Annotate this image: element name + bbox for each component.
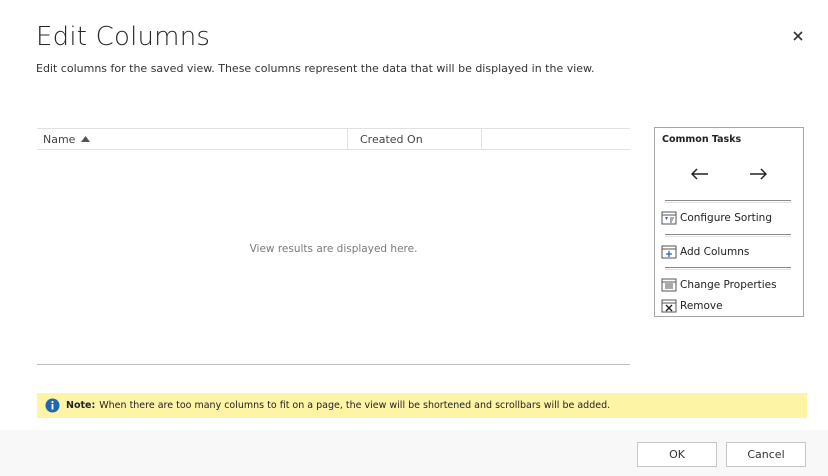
column-header-name-label: Name [43,132,76,146]
sort-ascending-icon [81,136,91,142]
column-header-created-on-label: Created On [360,132,423,146]
configure-sorting-button[interactable]: Configure Sorting [661,210,772,226]
grid-empty-message: View results are displayed here. [249,243,418,255]
configure-sorting-icon [661,211,677,225]
change-properties-label: Change Properties [680,279,777,291]
close-button[interactable] [788,26,808,46]
column-header-name[interactable]: Name [37,129,348,149]
note-text: When there are too many columns to fit o… [99,400,611,411]
close-icon [793,31,803,41]
note-bar: Note: When there are too many columns to… [37,393,807,418]
dialog-subtitle: Edit columns for the saved view. These c… [36,62,595,75]
move-column-left-button[interactable] [687,164,713,184]
grid-header: Name Created On [37,128,630,150]
info-icon [45,398,60,413]
note-label: Note: [66,400,96,411]
dialog-title: Edit Columns [36,22,211,52]
ok-button[interactable]: OK [637,442,717,467]
move-column-right-button[interactable] [745,164,771,184]
remove-icon [661,299,677,313]
remove-label: Remove [680,300,723,312]
tasks-separator [665,234,791,237]
common-tasks-title: Common Tasks [662,134,742,145]
grid-bottom-border [37,364,630,365]
add-columns-button[interactable]: Add Columns [661,244,749,260]
remove-button[interactable]: Remove [661,298,723,314]
cancel-button[interactable]: Cancel [726,442,806,467]
arrow-right-icon [750,168,767,180]
column-header-created-on[interactable]: Created On [348,129,482,149]
add-columns-label: Add Columns [680,246,750,258]
add-columns-icon [661,245,677,259]
change-properties-button[interactable]: Change Properties [661,277,777,293]
common-tasks-panel: Common Tasks Configure Sorting Add Colum… [654,127,804,317]
arrow-left-icon [691,168,708,180]
tasks-separator [665,267,791,270]
tasks-separator [665,200,791,203]
configure-sorting-label: Configure Sorting [680,212,772,224]
change-properties-icon [661,278,677,292]
